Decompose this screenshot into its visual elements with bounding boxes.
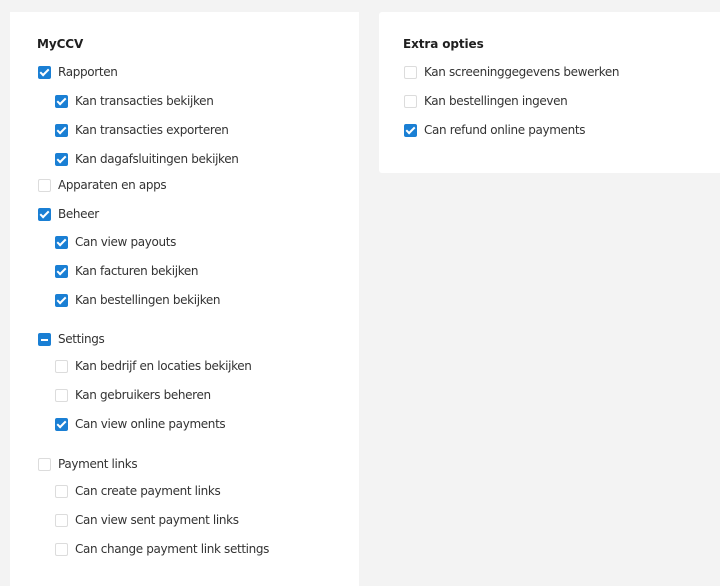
checkbox-label: Can change payment link settings — [75, 542, 270, 556]
checkbox-label: Kan dagafsluitingen bekijken — [75, 152, 239, 166]
checkbox-label: Rapporten — [58, 65, 118, 79]
checkbox[interactable] — [55, 293, 68, 307]
checkbox-label: Can view sent payment links — [75, 513, 239, 527]
permission-bestellingen-ingeven[interactable]: Kan bestellingen ingeven — [404, 93, 568, 109]
checkbox[interactable] — [55, 152, 68, 166]
permission-screeninggegevens-bewerken[interactable]: Kan screeninggegevens bewerken — [404, 64, 620, 80]
checkbox-label: Can view online payments — [75, 417, 226, 431]
myccv-permissions-card: MyCCV Rapporten Kan transacties bekijken… — [10, 12, 359, 586]
checkbox[interactable] — [55, 235, 68, 249]
permission-bedrijf-locaties-bekijken[interactable]: Kan bedrijf en locaties bekijken — [55, 358, 252, 374]
checkbox[interactable] — [55, 359, 68, 373]
checkbox-label: Can refund online payments — [424, 123, 586, 137]
extra-options-title: Extra opties — [403, 37, 484, 51]
permission-settings[interactable]: Settings — [38, 331, 105, 347]
permission-change-payment-link-settings[interactable]: Can change payment link settings — [55, 541, 269, 557]
permission-view-online-payments[interactable]: Can view online payments — [55, 416, 226, 432]
checkbox[interactable] — [55, 94, 68, 108]
checkbox[interactable] — [404, 94, 417, 108]
checkbox-label: Kan transacties bekijken — [75, 94, 214, 108]
myccv-title: MyCCV — [37, 37, 84, 51]
checkbox-label: Kan facturen bekijken — [75, 264, 199, 278]
permission-bestellingen-bekijken[interactable]: Kan bestellingen bekijken — [55, 292, 221, 308]
permission-facturen-bekijken[interactable]: Kan facturen bekijken — [55, 263, 199, 279]
checkbox[interactable] — [404, 123, 417, 137]
checkbox-label: Can create payment links — [75, 484, 221, 498]
checkbox-label: Payment links — [58, 457, 138, 471]
checkbox[interactable] — [55, 264, 68, 278]
checkbox[interactable] — [38, 207, 51, 221]
checkbox-label: Apparaten en apps — [58, 178, 167, 192]
permission-transacties-exporteren[interactable]: Kan transacties exporteren — [55, 122, 229, 138]
checkbox-label: Can view payouts — [75, 235, 176, 249]
checkbox-label: Kan bestellingen bekijken — [75, 293, 221, 307]
permission-beheer[interactable]: Beheer — [38, 206, 99, 222]
checkbox[interactable] — [55, 417, 68, 431]
checkbox[interactable] — [404, 65, 417, 79]
permission-gebruikers-beheren[interactable]: Kan gebruikers beheren — [55, 387, 211, 403]
checkbox-label: Kan transacties exporteren — [75, 123, 229, 137]
permission-payment-links[interactable]: Payment links — [38, 456, 138, 472]
permission-create-payment-links[interactable]: Can create payment links — [55, 483, 221, 499]
permission-view-payouts[interactable]: Can view payouts — [55, 234, 176, 250]
permission-rapporten[interactable]: Rapporten — [38, 64, 118, 80]
checkbox[interactable] — [55, 388, 68, 402]
permission-apparaten-en-apps[interactable]: Apparaten en apps — [38, 177, 167, 193]
checkbox[interactable] — [38, 457, 51, 471]
checkbox[interactable] — [55, 123, 68, 137]
checkbox-label: Kan bedrijf en locaties bekijken — [75, 359, 252, 373]
checkbox[interactable] — [38, 178, 51, 192]
permission-refund-online-payments[interactable]: Can refund online payments — [404, 122, 585, 138]
checkbox-label: Beheer — [58, 207, 99, 221]
checkbox-label: Settings — [58, 332, 105, 346]
extra-options-card: Extra opties Kan screeninggegevens bewer… — [379, 12, 720, 173]
checkbox-label: Kan gebruikers beheren — [75, 388, 211, 402]
checkbox[interactable] — [55, 484, 68, 498]
permission-transacties-bekijken[interactable]: Kan transacties bekijken — [55, 93, 214, 109]
checkbox[interactable] — [38, 65, 51, 79]
checkbox[interactable] — [38, 332, 51, 346]
checkbox[interactable] — [55, 542, 68, 556]
permission-view-sent-payment-links[interactable]: Can view sent payment links — [55, 512, 239, 528]
checkbox-label: Kan screeninggegevens bewerken — [424, 65, 620, 79]
checkbox-label: Kan bestellingen ingeven — [424, 94, 568, 108]
checkbox[interactable] — [55, 513, 68, 527]
permission-dagafsluitingen-bekijken[interactable]: Kan dagafsluitingen bekijken — [55, 151, 239, 167]
